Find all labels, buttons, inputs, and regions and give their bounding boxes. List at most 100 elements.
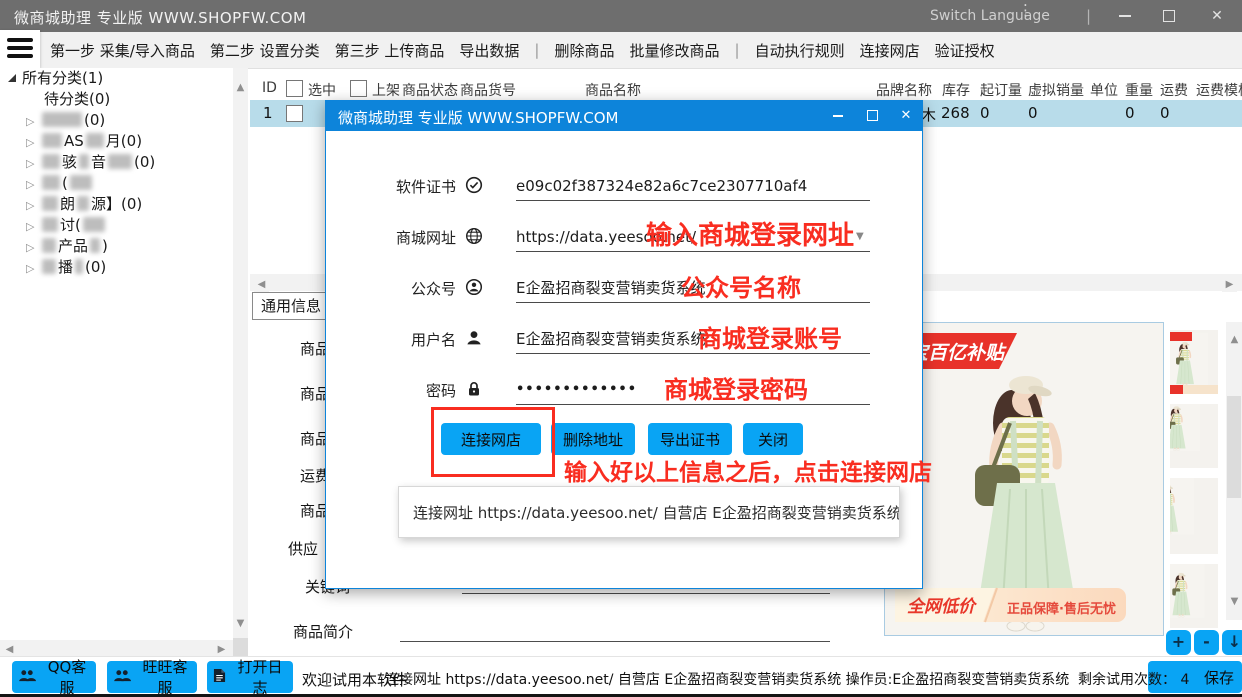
dialog-close-button[interactable]: ✕	[890, 101, 922, 131]
scrollbar-corner	[233, 638, 248, 656]
annotation-password: 商城登录密码	[664, 370, 808, 405]
menu-step1-import[interactable]: 第一步 采集/导入商品	[50, 40, 195, 61]
tree-item-uncategorized[interactable]: 待分类(0)	[0, 89, 233, 110]
export-certificate-button[interactable]: 导出证书	[648, 423, 732, 455]
people-icon	[113, 668, 132, 686]
table-header: ID 选中 上架 商品状态 商品货号 商品名称 品牌名称 库存 起订量 虚拟销量…	[250, 78, 1242, 100]
close-button[interactable]: ✕	[1200, 0, 1234, 32]
qq-support-button[interactable]: QQ客服	[12, 661, 96, 693]
tree-item[interactable]: ▷(	[0, 173, 233, 194]
zoom-in-button[interactable]: +	[1166, 630, 1191, 655]
thumbnail-4[interactable]	[1170, 564, 1218, 628]
col-sku: 商品货号	[460, 80, 516, 100]
col-minorder: 起订量	[980, 80, 1022, 100]
collapsed-arrow-icon[interactable]: ▷	[26, 258, 40, 279]
col-name: 商品名称	[585, 80, 641, 100]
collapsed-arrow-icon[interactable]: ▷	[26, 153, 40, 174]
tree-horizontal-scrollbar[interactable]: ◀ ▶	[0, 640, 233, 656]
tree-item[interactable]: ▷骇音(0)	[0, 152, 233, 173]
col-onsale: 上架	[372, 80, 400, 100]
collapsed-arrow-icon[interactable]: ▷	[26, 216, 40, 237]
tree-item[interactable]: ▷产品)	[0, 236, 233, 257]
certificate-input[interactable]: e09c02f387324e82a6c7ce2307710af4	[516, 171, 870, 201]
scroll-left-icon[interactable]: ◀	[2, 642, 17, 657]
connect-shop-dialog: 微商城助理 专业版 WWW.SHOPFW.COM ✕ 软件证书 e09c02f3…	[325, 100, 923, 589]
banner-left-text: 全网低价	[907, 597, 978, 617]
menu-export-data[interactable]: 导出数据	[459, 40, 519, 61]
col-id: ID	[262, 80, 277, 96]
tree-item[interactable]: ▷(0)	[0, 110, 233, 131]
trial-count-text: 剩余试用次数： 4	[1078, 669, 1189, 689]
tree-vertical-scrollbar[interactable]: ▲ ▼	[233, 68, 248, 656]
menu-delete-product[interactable]: 删除商品	[554, 40, 614, 61]
cell-minorder: 0	[980, 104, 990, 122]
dropdown-caret-icon[interactable]: ▼	[856, 231, 864, 242]
field-row-certificate: 软件证书 e09c02f387324e82a6c7ce2307710af4	[326, 171, 922, 205]
collapsed-arrow-icon[interactable]: ▷	[26, 111, 40, 132]
thumbnail-3[interactable]	[1170, 478, 1218, 554]
onsale-all-checkbox[interactable]	[350, 80, 367, 97]
maximize-button[interactable]	[1152, 0, 1186, 32]
blurred-text	[42, 112, 82, 127]
field-row-password: 密码 ••••••••••••• 商城登录密码	[326, 375, 922, 409]
menu-verify-auth[interactable]: 验证授权	[935, 40, 995, 61]
row-checkbox[interactable]	[286, 105, 303, 122]
annotation-connect-tip: 输入好以上信息之后，点击连接网店	[564, 453, 932, 487]
tree-item-all-categories[interactable]: 所有分类(1)	[0, 68, 233, 89]
menu-items: 第一步 采集/导入商品 第二步 设置分类 第三步 上传商品 导出数据 | 删除商…	[50, 32, 995, 68]
field-row-shop-url: 商城网址 https://data.yeesoo.net/ ▼ 输入商城登录网址	[326, 222, 922, 256]
collapsed-arrow-icon[interactable]: ▷	[26, 195, 40, 216]
tree-item[interactable]: ▷朗源】(0)	[0, 194, 233, 215]
scroll-right-icon[interactable]: ▶	[1222, 277, 1237, 292]
wangwang-support-button[interactable]: 旺旺客服	[107, 661, 197, 693]
scroll-left-icon[interactable]: ◀	[254, 277, 269, 292]
zoom-out-button[interactable]: -	[1194, 630, 1219, 655]
menu-batch-edit[interactable]: 批量修改商品	[629, 40, 719, 61]
thumb-badge	[1170, 332, 1192, 341]
col-shipping-template: 运费模板	[1196, 80, 1242, 100]
delete-address-button[interactable]: 删除地址	[551, 423, 635, 455]
dialog-maximize-button[interactable]	[856, 101, 888, 131]
thumbnail-2[interactable]	[1170, 404, 1218, 468]
tree-item[interactable]: ▷AS月(0)	[0, 131, 233, 152]
cell-id: 1	[263, 104, 273, 122]
scroll-up-icon[interactable]: ▲	[1227, 332, 1242, 347]
menu-connect-shop[interactable]: 连接网店	[860, 40, 920, 61]
menu-step2-category[interactable]: 第二步 设置分类	[210, 40, 320, 61]
col-brand: 品牌名称	[876, 80, 932, 100]
scroll-down-icon[interactable]: ▼	[233, 616, 248, 631]
connection-status-box: 连接网址 https://data.yeesoo.net/ 自营店 E企盈招商裂…	[398, 486, 900, 538]
scroll-down-icon[interactable]: ▼	[1227, 594, 1242, 609]
collapsed-arrow-icon[interactable]: ▷	[26, 132, 40, 153]
scroll-right-icon[interactable]: ▶	[214, 642, 229, 657]
hamburger-menu-button[interactable]	[0, 30, 40, 68]
tree-item[interactable]: ▷讨(	[0, 215, 233, 236]
collapsed-arrow-icon[interactable]: ▷	[26, 237, 40, 258]
preview-vertical-scrollbar[interactable]: ▲ ▼	[1226, 322, 1242, 620]
cell-brand: 木	[921, 104, 936, 125]
maximize-icon	[867, 110, 878, 121]
lock-icon	[465, 380, 483, 402]
move-down-button[interactable]: ↓	[1222, 630, 1242, 655]
cell-virtualsales: 0	[1028, 104, 1038, 122]
more-options-icon[interactable]: ⋮	[1018, 4, 1032, 16]
tutorial-highlight-frame	[431, 407, 555, 477]
tree-item[interactable]: ▷播(0)	[0, 257, 233, 278]
collapsed-arrow-icon[interactable]: ▷	[26, 174, 40, 195]
dialog-minimize-button[interactable]	[822, 101, 854, 131]
menu-step3-upload[interactable]: 第三步 上传商品	[335, 40, 445, 61]
select-all-checkbox[interactable]	[286, 80, 303, 97]
tab-general-info[interactable]: 通用信息	[252, 292, 330, 320]
scrollbar-thumb[interactable]	[1227, 396, 1241, 498]
certificate-label: 软件证书	[346, 176, 456, 197]
official-account-label: 公众号	[346, 278, 456, 299]
menu-auto-rules[interactable]: 自动执行规则	[755, 40, 845, 61]
thumbnail-1[interactable]	[1170, 330, 1218, 394]
annotation-shop-url: 输入商城登录网址	[646, 215, 854, 252]
open-log-button[interactable]: 打开日志	[207, 661, 293, 693]
expanded-arrow-icon[interactable]	[8, 74, 16, 82]
category-tree: 所有分类(1) 待分类(0) ▷(0) ▷AS月(0) ▷骇音(0) ▷( ▷朗…	[0, 68, 233, 640]
minimize-button[interactable]	[1108, 0, 1142, 32]
close-dialog-button[interactable]: 关闭	[743, 423, 803, 455]
scroll-up-icon[interactable]: ▲	[233, 80, 248, 95]
